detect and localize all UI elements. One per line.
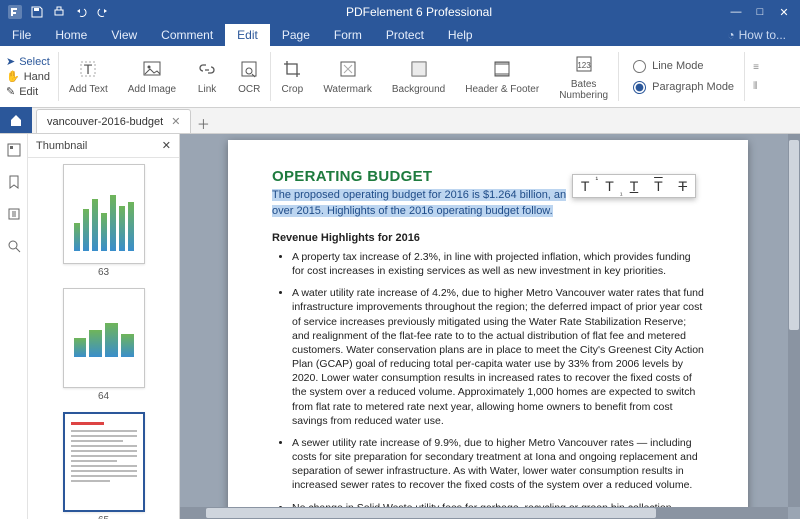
distribute-icon[interactable]: ⫴ (753, 81, 759, 92)
vertical-scrollbar[interactable] (788, 134, 800, 507)
tab-title: vancouver-2016-budget (47, 116, 163, 128)
tool-watermark[interactable]: Watermark (313, 46, 382, 107)
document-viewport[interactable]: OPERATING BUDGET The proposed operating … (180, 134, 800, 519)
document-tab[interactable]: vancouver-2016-budget ✕ (36, 109, 191, 133)
mode-paragraph[interactable]: Paragraph Mode (633, 81, 734, 94)
search-rail-icon[interactable] (6, 238, 22, 254)
menu-help[interactable]: Help (436, 24, 485, 46)
list-item[interactable]: A property tax increase of 2.3%, in line… (292, 250, 704, 278)
tool-add-text[interactable]: TAdd Text (59, 46, 118, 107)
bates-icon: 123 (573, 53, 595, 75)
minimize-button[interactable]: — (726, 6, 746, 19)
list-item[interactable]: A water utility rate increase of 4.2%, d… (292, 286, 704, 428)
superscript-button[interactable]: T¹ (576, 178, 594, 194)
thumbnail-close-icon[interactable]: ✕ (162, 139, 171, 152)
tool-header-footer[interactable]: Header & Footer (455, 46, 549, 107)
pencil-icon: ✎ (6, 85, 15, 98)
svg-text:123: 123 (577, 61, 591, 70)
underline-button[interactable]: T (625, 178, 643, 194)
text-format-toolbar: T¹ T₁ T T T (572, 174, 696, 198)
subheading: Revenue Highlights for 2016 (272, 232, 704, 244)
tool-hand[interactable]: ✋Hand (6, 70, 58, 83)
close-button[interactable]: ✕ (774, 6, 794, 19)
thumbnails-rail-icon[interactable] (6, 142, 22, 158)
home-tab-button[interactable] (0, 107, 32, 133)
edit-mode-group: Line Mode Paragraph Mode (619, 46, 744, 107)
cursor-icon: ➤ (6, 55, 15, 68)
menu-page[interactable]: Page (270, 24, 322, 46)
horizontal-scrollbar[interactable] (180, 507, 788, 519)
tab-close-icon[interactable]: ✕ (171, 115, 180, 128)
page-content[interactable]: OPERATING BUDGET The proposed operating … (228, 140, 748, 519)
bookmarks-rail-icon[interactable] (6, 174, 22, 190)
ocr-icon (238, 58, 260, 80)
mode-line[interactable]: Line Mode (633, 60, 734, 73)
menu-edit[interactable]: Edit (225, 24, 270, 46)
overline-button[interactable]: T (649, 178, 667, 194)
titlebar: PDFelement 6 Professional — □ ✕ (0, 0, 800, 24)
tool-background[interactable]: Background (382, 46, 455, 107)
workarea: Thumbnail ✕ 63 64 65 OPERATING BUDGET Th… (0, 134, 800, 519)
crop-icon (281, 58, 303, 80)
menu-file[interactable]: File (0, 24, 43, 46)
background-icon (408, 58, 430, 80)
print-icon[interactable] (52, 5, 66, 19)
attach-rail-icon[interactable] (6, 206, 22, 222)
thumb-64[interactable]: 64 (28, 288, 179, 402)
tool-bates[interactable]: 123Bates Numbering (549, 46, 618, 107)
undo-icon[interactable] (74, 5, 88, 19)
app-logo-icon (8, 5, 22, 19)
menu-form[interactable]: Form (322, 24, 374, 46)
tabstrip: vancouver-2016-budget ✕ ＋ (0, 108, 800, 134)
thumb-63[interactable]: 63 (28, 164, 179, 278)
watermark-icon (337, 58, 359, 80)
tool-select[interactable]: ➤Select (6, 55, 58, 68)
save-icon[interactable] (30, 5, 44, 19)
subscript-button[interactable]: T₁ (601, 178, 619, 194)
menu-protect[interactable]: Protect (374, 24, 436, 46)
header-footer-icon (491, 58, 513, 80)
hand-icon: ✋ (6, 70, 20, 83)
menu-comment[interactable]: Comment (149, 24, 225, 46)
tool-link[interactable]: Link (186, 46, 228, 107)
maximize-button[interactable]: □ (750, 6, 770, 19)
thumb-65[interactable]: 65 (28, 412, 179, 519)
tool-crop[interactable]: Crop (271, 46, 313, 107)
image-icon (141, 58, 163, 80)
list-item[interactable]: A sewer utility rate increase of 9.9%, d… (292, 436, 704, 493)
svg-text:T: T (84, 61, 93, 77)
bullet-list: A property tax increase of 2.3%, in line… (272, 250, 704, 519)
tool-add-image[interactable]: Add Image (118, 46, 186, 107)
strikethrough-button[interactable]: T (674, 178, 692, 194)
lightbulb-icon: ◔ (727, 28, 734, 42)
howto-link[interactable]: ◔ How to... (713, 28, 800, 42)
tool-ocr[interactable]: OCR (228, 46, 270, 107)
align-icon[interactable]: ≡ (753, 62, 759, 73)
thumbnail-panel: Thumbnail ✕ 63 64 65 (28, 134, 180, 519)
side-rail (0, 134, 28, 519)
menubar: File Home View Comment Edit Page Form Pr… (0, 24, 800, 46)
new-tab-button[interactable]: ＋ (191, 114, 215, 133)
thumbnail-title: Thumbnail (36, 140, 87, 152)
text-icon: T (77, 58, 99, 80)
menu-home[interactable]: Home (43, 24, 99, 46)
link-icon (196, 58, 218, 80)
redo-icon[interactable] (96, 5, 110, 19)
menu-view[interactable]: View (99, 24, 149, 46)
app-title: PDFelement 6 Professional (118, 5, 720, 19)
ribbon: ➤Select ✋Hand ✎Edit TAdd Text Add Image … (0, 46, 800, 108)
tool-edit[interactable]: ✎Edit (6, 85, 58, 98)
